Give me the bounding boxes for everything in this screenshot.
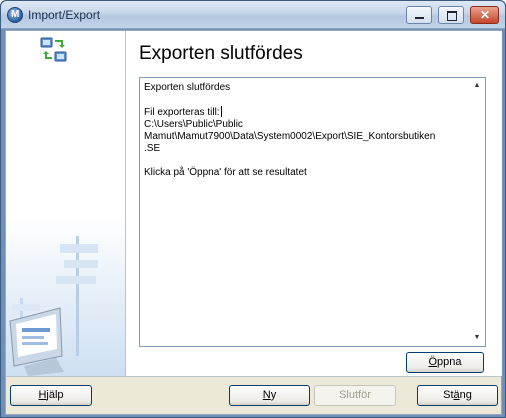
help-button[interactable]: Hjälp	[10, 385, 92, 406]
log-line: .SE	[144, 143, 161, 154]
close-icon[interactable]	[470, 6, 499, 24]
text-caret	[220, 106, 222, 117]
wizard-button-bar: Hjälp Ny Slutför Stäng	[6, 376, 501, 414]
button-label-part: St	[443, 389, 454, 401]
button-label-part: ng	[459, 389, 472, 401]
log-line: C:\Users\Public\Public	[144, 119, 243, 130]
title-bar[interactable]: Import/Export	[1, 1, 505, 29]
log-line: Exporten slutfördes	[144, 82, 231, 93]
close-button[interactable]: Stäng	[417, 385, 498, 406]
access-key: N	[262, 389, 271, 401]
finish-button[interactable]: Slutför	[314, 385, 396, 406]
access-key: Ö	[428, 356, 438, 368]
button-label-part: jälp	[46, 389, 64, 401]
maximize-icon[interactable]	[438, 6, 464, 24]
mamut-app-icon	[7, 7, 23, 23]
network-exchange-icon	[40, 37, 67, 62]
export-log-text[interactable]: Exporten slutfördes Fil exporteras till:…	[144, 82, 469, 179]
open-button[interactable]: Öppna	[406, 352, 484, 373]
monitor-signpost-illustration	[9, 236, 98, 376]
window-title: Import/Export	[28, 8, 101, 22]
scroll-up-arrow-icon[interactable]: ▲	[469, 78, 485, 94]
wizard-main-panel: Exporten slutfördes Exporten slutfördes …	[126, 31, 502, 376]
log-line: Fil exporteras till:	[144, 107, 220, 118]
log-line: Klicka på 'Öppna' för att se resultatet	[144, 167, 307, 178]
import-export-window: Import/Export	[0, 0, 506, 418]
scroll-down-arrow-icon[interactable]: ▼	[469, 330, 485, 346]
dialog-client-area: Exporten slutfördes Exporten slutfördes …	[5, 30, 502, 415]
button-label-part: y	[270, 389, 277, 401]
log-line-with-caret: Fil exporteras till:	[144, 106, 469, 119]
button-label-part: ppna	[437, 356, 462, 368]
log-line: Mamut\Mamut7900\Data\System0002\Export\S…	[144, 131, 436, 142]
export-result-textbox[interactable]: Exporten slutfördes Fil exporteras till:…	[139, 77, 486, 347]
page-title: Exporten slutfördes	[139, 43, 303, 64]
wizard-side-panel	[6, 31, 126, 376]
minimize-icon[interactable]	[406, 6, 432, 24]
new-button[interactable]: Ny	[229, 385, 310, 406]
vertical-scrollbar[interactable]: ▲ ▼	[469, 78, 485, 346]
